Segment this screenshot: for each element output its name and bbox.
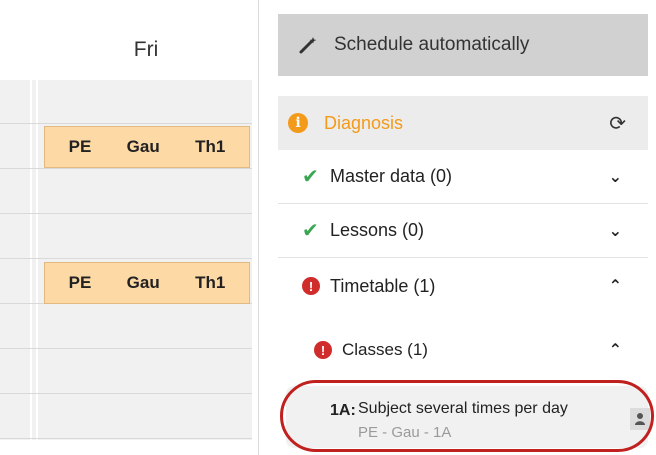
info-icon: i [288, 113, 308, 133]
magic-wand-icon [298, 34, 320, 56]
grid-line [0, 123, 252, 124]
refresh-icon[interactable]: ⟳ [609, 111, 626, 136]
lesson-subject: PE [68, 137, 92, 156]
schedule-automatically-button[interactable]: Schedule automatically [278, 14, 648, 76]
section-lessons[interactable]: ✔ Lessons (0) ⌄ [278, 204, 648, 258]
lesson-room: Th1 [195, 273, 226, 292]
chevron-down-icon: ⌄ [608, 168, 622, 186]
panel-divider [258, 0, 259, 455]
check-icon: ✔ [302, 220, 319, 242]
issue-message: Subject several times per day [358, 400, 568, 417]
grid-line [0, 258, 252, 259]
section-classes[interactable]: ! Classes (1) ⌃ [278, 318, 648, 382]
grid-line [0, 438, 252, 439]
lesson-room: Th1 [195, 137, 226, 156]
check-icon: ✔ [302, 166, 319, 188]
diagnosis-issue[interactable]: 1A: Subject several times per day PE - G… [280, 380, 654, 452]
chevron-up-icon: ⌃ [608, 278, 622, 295]
lesson-card[interactable]: PE Gau Th1 [44, 262, 250, 304]
issue-detail: PE - Gau - 1A [358, 424, 452, 441]
diagnosis-header: i Diagnosis ⟳ [278, 96, 648, 150]
timetable: Fri PE Gau Th1 PE Gau Th1 [0, 0, 258, 455]
grid-divider [36, 80, 38, 440]
schedule-automatically-label: Schedule automatically [334, 34, 530, 55]
day-header: Fri [133, 38, 159, 61]
lesson-card[interactable]: PE Gau Th1 [44, 126, 250, 168]
grid-line [0, 393, 252, 394]
diagnosis-title: Diagnosis [324, 112, 404, 133]
lesson-subject: PE [68, 273, 92, 292]
teacher-icon[interactable] [630, 408, 650, 430]
section-label: Classes (1) [342, 340, 428, 359]
error-icon: ! [314, 341, 332, 359]
section-label: Master data (0) [330, 166, 453, 186]
chevron-down-icon: ⌄ [608, 222, 622, 240]
section-master-data[interactable]: ✔ Master data (0) ⌄ [278, 150, 648, 204]
section-label: Timetable (1) [330, 275, 436, 296]
grid-line [0, 168, 252, 169]
diagnosis-panel: Schedule automatically i Diagnosis ⟳ ✔ M… [278, 0, 656, 455]
grid-divider [30, 80, 32, 440]
lesson-teacher: Gau [126, 273, 160, 292]
error-icon: ! [302, 277, 320, 295]
lesson-teacher: Gau [126, 137, 160, 156]
section-timetable[interactable]: ! Timetable (1) ⌃ [278, 258, 648, 314]
grid-line [0, 213, 252, 214]
chevron-up-icon: ⌃ [608, 342, 622, 359]
section-label: Lessons (0) [330, 220, 425, 240]
issue-class: 1A: [330, 402, 356, 419]
grid-line [0, 348, 252, 349]
